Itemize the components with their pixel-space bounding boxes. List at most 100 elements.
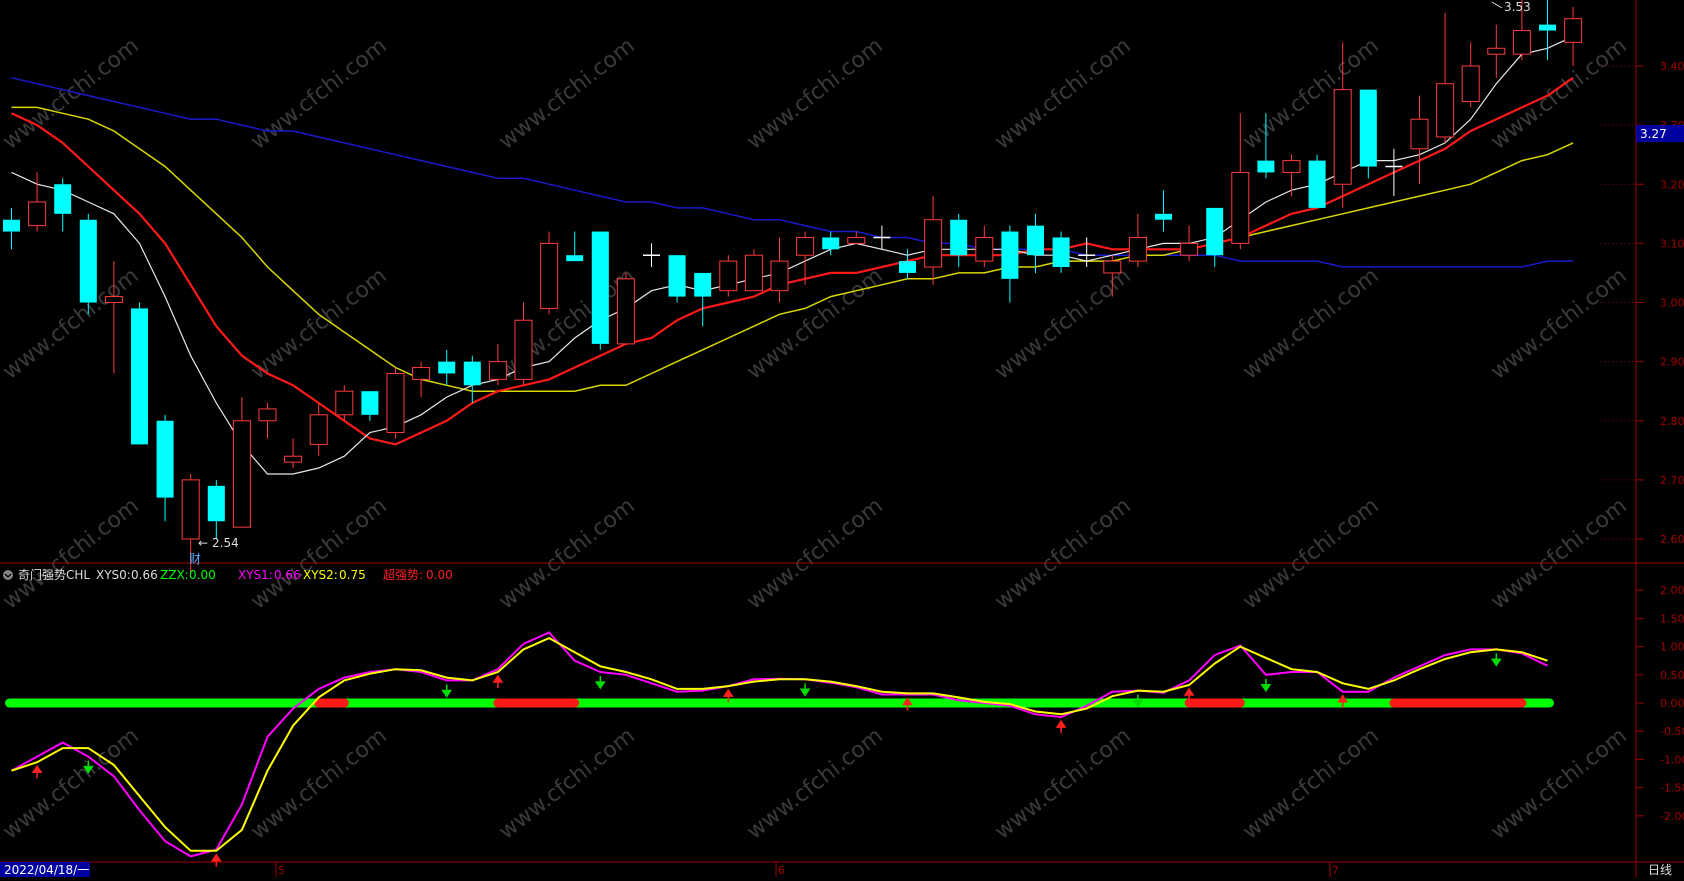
zzx-label: ZZX:	[160, 568, 189, 582]
current-price: 3.27	[1640, 127, 1667, 141]
period-label[interactable]: 日线	[1648, 863, 1672, 877]
candle	[770, 237, 789, 303]
price-tick-label: 2.70	[1660, 474, 1684, 487]
candle-body	[54, 184, 72, 214]
watermark-text: www.cfchi.com	[0, 723, 144, 844]
down-arrow-icon	[799, 683, 811, 697]
candle	[668, 255, 686, 303]
candle-body	[1180, 242, 1199, 256]
indicator-toggle-icon[interactable]	[3, 570, 13, 580]
candle	[873, 225, 891, 250]
svg-text:←: ←	[198, 536, 208, 550]
candle-body	[1333, 89, 1352, 185]
candle	[284, 438, 303, 469]
candle-body	[104, 296, 123, 303]
candle	[412, 361, 431, 398]
watermark-text: www.cfchi.com	[246, 723, 391, 844]
candle-body	[1410, 118, 1429, 150]
xys2-label: XYS2:	[303, 568, 338, 582]
candle-body	[309, 414, 328, 445]
candle	[386, 367, 405, 439]
up-arrow-icon	[31, 764, 43, 779]
watermark-text: www.cfchi.com	[990, 263, 1135, 384]
watermark-text: www.cfchi.com	[742, 263, 887, 384]
candle	[1487, 24, 1506, 78]
candle	[156, 414, 174, 522]
candle-body	[796, 236, 815, 256]
candle-body	[616, 278, 635, 345]
candle-body	[1257, 160, 1275, 173]
candle-body	[899, 261, 916, 273]
candle-body	[1539, 24, 1556, 31]
candle	[232, 397, 251, 528]
watermark-text: www.cfchi.com	[742, 493, 887, 614]
indicator-tick-label: 2.00	[1660, 584, 1684, 597]
candle	[1282, 154, 1301, 197]
price-tick-label: 2.60	[1660, 533, 1684, 546]
candle-body	[156, 420, 174, 498]
candle-body	[744, 254, 763, 292]
candle	[616, 272, 635, 345]
watermark-text: www.cfchi.com	[1486, 263, 1631, 384]
candle	[1461, 42, 1480, 108]
candle-body	[1155, 213, 1172, 220]
indicator-tick-label: -1.00	[1660, 753, 1684, 766]
candle	[719, 255, 738, 297]
watermark-text: www.cfchi.com	[742, 723, 887, 844]
indicator-axis: 2.00 1.50 1.00 0.50 0.00 -0.50 -1.00 -1.50 -2.00	[1636, 584, 1684, 823]
watermark-text: www.cfchi.com	[0, 493, 144, 614]
candle	[1436, 12, 1455, 143]
watermark-text: www.cfchi.com	[494, 33, 639, 154]
candle-body	[924, 219, 943, 268]
candle-body	[181, 479, 200, 540]
indicator-tick-label: -2.00	[1660, 810, 1684, 823]
watermark-text: www.cfchi.com	[494, 493, 639, 614]
candle-body	[488, 361, 507, 380]
candle-body	[258, 408, 277, 422]
low-label: 2.54	[212, 536, 239, 550]
kline-chart[interactable]: www.cfchi.com www.cfchi.com www.cfchi.com w…	[0, 0, 1684, 877]
xys2-value: 0.75	[339, 568, 366, 582]
candle-body	[1436, 83, 1455, 138]
candle-body	[1231, 171, 1250, 244]
up-arrow-icon	[492, 674, 504, 688]
candle-body	[1487, 47, 1506, 55]
candle-body	[79, 219, 97, 303]
candle	[1359, 89, 1377, 179]
price-tick-label: 3.10	[1660, 237, 1684, 250]
candle	[361, 391, 379, 421]
candle-body	[386, 372, 405, 434]
candle	[1128, 213, 1147, 268]
high-annotation: 3.53	[1491, 0, 1531, 14]
candle-body	[131, 308, 148, 445]
candle	[1027, 213, 1044, 273]
watermark-text: www.cfchi.com	[1238, 263, 1383, 384]
candle-body	[847, 236, 866, 244]
indicator-header: 奇门强势CHL XYS0: 0.66 ZZX: 0.00 XYS1: 0.66 …	[3, 567, 453, 582]
candle-body	[1308, 160, 1326, 208]
candle	[591, 231, 609, 350]
candle-body	[822, 237, 840, 250]
candle-body	[719, 260, 738, 292]
watermark-text: www.cfchi.com	[990, 33, 1135, 154]
candle	[1539, 0, 1556, 61]
candle-body	[1282, 160, 1301, 173]
watermark-text: www.cfchi.com	[742, 33, 887, 154]
watermark-text: www.cfchi.com	[0, 263, 144, 384]
xys1-label: XYS1:	[238, 568, 273, 582]
indicator-tick-label: 0.00	[1660, 697, 1684, 710]
candle-body	[1027, 225, 1044, 256]
low-annotation: ← 2.54 财	[189, 536, 239, 566]
candle-body	[438, 361, 456, 374]
down-arrow-icon	[1490, 653, 1502, 667]
watermark-text: www.cfchi.com	[1486, 33, 1631, 154]
candle-body	[694, 272, 712, 297]
candle	[1308, 154, 1326, 208]
super-label: 超强势:	[383, 567, 423, 582]
candle	[1206, 207, 1224, 268]
candle	[3, 207, 20, 250]
candle-body	[1512, 30, 1531, 55]
candle-body	[668, 255, 686, 297]
candle-body	[1052, 237, 1070, 268]
price-tick-label: 3.20	[1660, 178, 1684, 191]
